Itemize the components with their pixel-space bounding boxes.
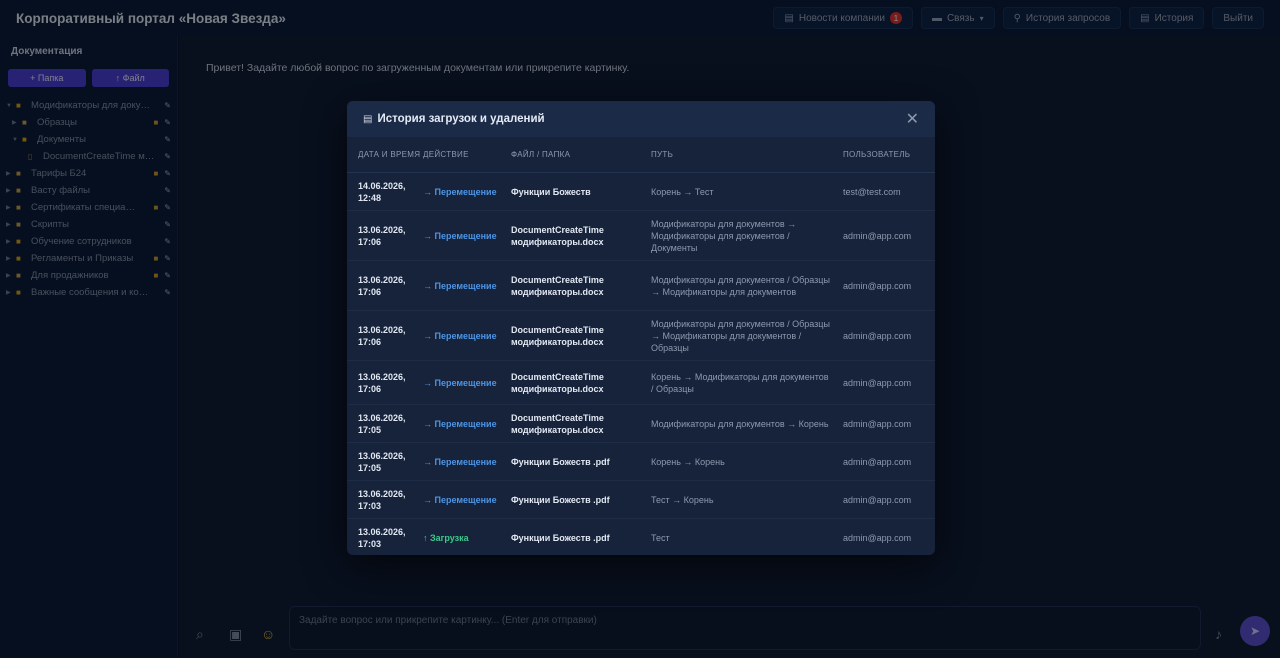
cell-action: → Перемещение [423,280,497,291]
cell-date: 13.06.2026, 17:06 [358,324,406,347]
table-row: 13.06.2026, 17:06 → Перемещение DocumentCr… [347,361,935,405]
cell-path: Корень → Корень [651,456,725,467]
cell-file: DocumentCreateTime модификаторы.docx [511,224,604,247]
history-modal: ▤ История загрузок и удалений ✕ Дата и в… [347,101,935,555]
cell-user: admin@app.com [843,456,912,467]
cell-action: → Перемещение [423,456,497,467]
cell-file: Функции Божеств .pdf [511,494,610,505]
cell-action: → Перемещение [423,230,497,241]
table-row: 14.06.2026, 12:48 → Перемещение Функции Бо… [347,173,935,211]
table-row: 13.06.2026, 17:03 ↑ Загрузка Функции Божес… [347,519,935,555]
cell-file: Функции Божеств [511,186,591,197]
table-header: Дата и время Действие Файл / Папка Путь … [347,137,935,173]
cell-user: admin@app.com [843,494,912,505]
cell-action: ↑ Загрузка [423,532,469,543]
table-row: 13.06.2026, 17:05 → Перемещение DocumentCr… [347,405,935,443]
cell-file: DocumentCreateTime модификаторы.docx [511,274,604,297]
cell-file: DocumentCreateTime модификаторы.docx [511,371,604,394]
cell-path: Модификаторы для документов / Образцы → … [651,318,830,353]
column-header-path: Путь [651,150,674,159]
cell-date: 13.06.2026, 17:06 [358,274,406,297]
cell-user: test@test.com [843,186,901,197]
cell-action: → Перемещение [423,330,497,341]
cell-user: admin@app.com [843,418,912,429]
table-row: 13.06.2026, 17:06 → Перемещение DocumentCr… [347,211,935,261]
cell-date: 14.06.2026, 12:48 [358,180,406,203]
history-table-body: 14.06.2026, 12:48 → Перемещение Функции Бо… [347,173,935,555]
cell-file: Функции Божеств .pdf [511,532,610,543]
table-row: 13.06.2026, 17:06 → Перемещение DocumentCr… [347,311,935,361]
cell-action: → Перемещение [423,186,497,197]
table-row: 13.06.2026, 17:06 → Перемещение DocumentCr… [347,261,935,311]
column-header-action: Действие [423,150,469,159]
cell-date: 13.06.2026, 17:06 [358,224,406,247]
cell-path: Модификаторы для документов / Образцы → … [651,274,830,297]
cell-date: 13.06.2026, 17:03 [358,488,406,511]
cell-path: Модификаторы для документов → Корень [651,418,829,429]
cell-path: Модификаторы для документов → Модификато… [651,218,797,253]
cell-path: Тест → Корень [651,494,714,505]
cell-file: DocumentCreateTime модификаторы.docx [511,324,604,347]
modal-title-text: История загрузок и удалений [377,113,545,125]
cell-action: → Перемещение [423,494,497,505]
cell-user: admin@app.com [843,280,912,291]
cell-path: Корень → Тест [651,186,714,197]
cell-date: 13.06.2026, 17:05 [358,412,406,435]
table-row: 13.06.2026, 17:05 → Перемещение Функции Бо… [347,443,935,481]
cell-action: → Перемещение [423,377,497,388]
cell-user: admin@app.com [843,330,912,341]
table-row: 13.06.2026, 17:03 → Перемещение Функции Бо… [347,481,935,519]
cell-user: admin@app.com [843,532,912,543]
cell-path: Корень → Модификаторы для документов / О… [651,371,829,394]
cell-date: 13.06.2026, 17:03 [358,526,406,549]
clipboard-icon: ▤ [363,113,373,125]
cell-file: DocumentCreateTime модификаторы.docx [511,412,604,435]
cell-action: → Перемещение [423,418,497,429]
column-header-file: Файл / Папка [511,150,571,159]
column-header-date: Дата и время [358,150,421,159]
cell-file: Функции Божеств .pdf [511,456,610,467]
close-icon[interactable]: ✕ [906,109,919,129]
modal-header: ▤ История загрузок и удалений ✕ [347,101,935,137]
cell-user: admin@app.com [843,377,912,388]
cell-user: admin@app.com [843,230,912,241]
cell-date: 13.06.2026, 17:05 [358,450,406,473]
cell-path: Тест [651,532,670,543]
column-header-user: Пользователь [843,150,911,159]
cell-date: 13.06.2026, 17:06 [358,371,406,394]
modal-title: ▤ История загрузок и удалений [363,113,545,125]
